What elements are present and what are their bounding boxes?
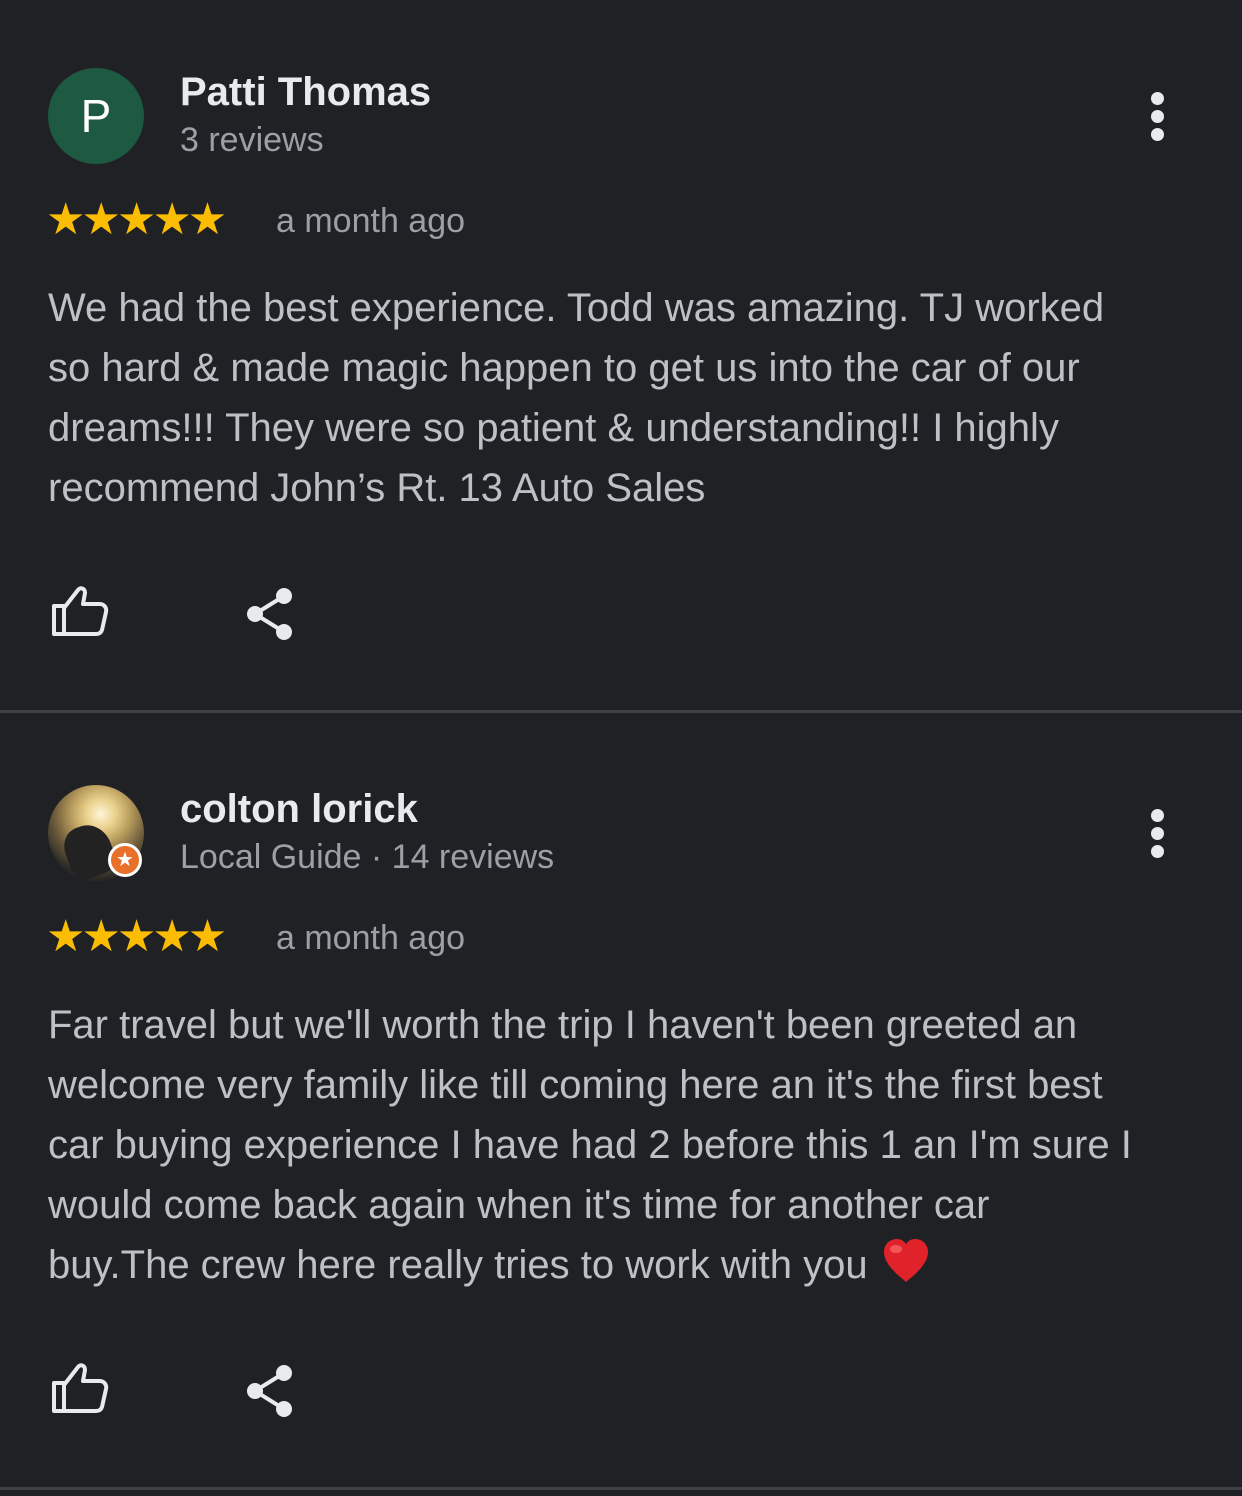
- review-time: a month ago: [276, 202, 466, 240]
- review-card: ★ colton lorick Local Guide · 14 reviews…: [0, 713, 1242, 1487]
- review-text-line: welcome very family like till coming her…: [48, 1063, 1103, 1107]
- review-text-line: Far travel but we'll worth the trip I ha…: [48, 1003, 1078, 1047]
- review-text-line: would come back again when it's time for…: [48, 1183, 990, 1227]
- more-vert-icon[interactable]: [1144, 809, 1172, 859]
- review-text-line: car buying experience I have had 2 befor…: [48, 1123, 1132, 1167]
- divider: [0, 1487, 1242, 1490]
- review-text: We had the best experience. Todd was ama…: [48, 278, 1218, 518]
- avatar[interactable]: P: [48, 68, 144, 164]
- review-text: Far travel but we'll worth the trip I ha…: [48, 995, 1218, 1301]
- more-vert-icon[interactable]: [1144, 92, 1172, 142]
- local-guide-star-icon: ★: [108, 843, 142, 877]
- review-card: P Patti Thomas 3 reviews ★★★★★ a month a…: [0, 0, 1242, 710]
- thumbs-up-icon[interactable]: [48, 1359, 110, 1417]
- review-text-line: recommend John’s Rt. 13 Auto Sales: [48, 466, 706, 510]
- review-text-line-text: buy.The crew here really tries to work w…: [48, 1243, 868, 1287]
- star-rating: ★★★★★: [46, 195, 227, 244]
- reviewer-review-count: 3 reviews: [180, 121, 324, 159]
- review-text-line: dreams!!! They were so patient & underst…: [48, 406, 1059, 450]
- share-icon[interactable]: [244, 586, 296, 642]
- share-icon[interactable]: [244, 1363, 296, 1419]
- star-rating: ★★★★★: [46, 912, 227, 961]
- review-time: a month ago: [276, 919, 466, 957]
- reviewer-name[interactable]: Patti Thomas: [180, 70, 431, 115]
- review-text-line: We had the best experience. Todd was ama…: [48, 286, 1105, 330]
- reviewer-review-count: Local Guide · 14 reviews: [180, 838, 555, 876]
- reviewer-name[interactable]: colton lorick: [180, 787, 418, 832]
- red-heart-icon: [882, 1238, 930, 1301]
- thumbs-up-icon[interactable]: [48, 582, 110, 640]
- review-text-line: so hard & made magic happen to get us in…: [48, 346, 1080, 390]
- review-text-line: buy.The crew here really tries to work w…: [48, 1235, 1218, 1301]
